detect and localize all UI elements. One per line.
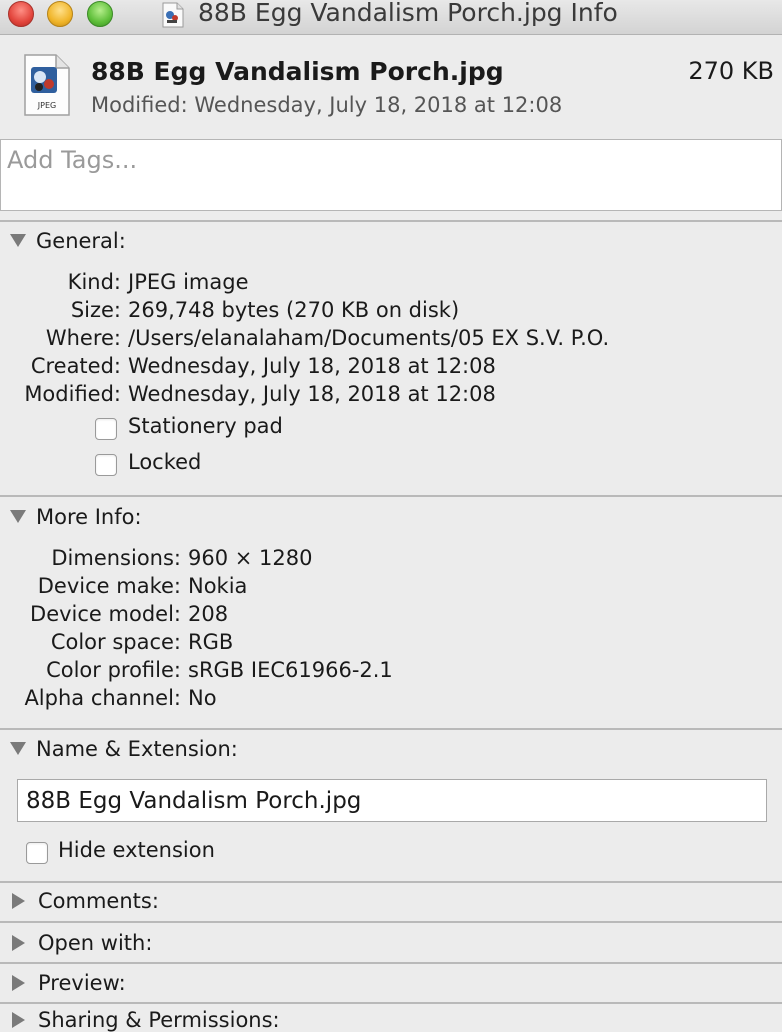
locked-label: Locked: [128, 450, 202, 474]
section-more-info-label: More Info:: [36, 505, 142, 529]
section-name-extension-label: Name & Extension:: [36, 737, 238, 761]
disclosure-triangle-open-icon[interactable]: [10, 742, 26, 755]
section-open-with-label: Open with:: [38, 931, 153, 955]
section-sharing-permissions-label: Sharing & Permissions:: [38, 1008, 280, 1032]
window-title: 88B Egg Vandalism Porch.jpg Info: [198, 0, 618, 27]
device-make-value: Nokia: [188, 574, 248, 598]
hide-extension-checkbox[interactable]: [26, 842, 48, 864]
disclosure-triangle-closed-icon[interactable]: [12, 893, 25, 909]
created-label: Created:: [30, 354, 121, 378]
size-label: Size:: [70, 298, 121, 322]
device-make-label: Device make:: [37, 574, 181, 598]
where-label: Where:: [45, 326, 121, 350]
disclosure-triangle-closed-icon[interactable]: [12, 1012, 25, 1028]
title-bar: 88B Egg Vandalism Porch.jpg Info: [0, 0, 782, 35]
close-button[interactable]: [8, 1, 34, 27]
modified-label: Modified:: [24, 382, 121, 406]
section-comments-label: Comments:: [38, 889, 159, 913]
divider: [0, 1002, 782, 1004]
disclosure-triangle-open-icon[interactable]: [10, 234, 26, 247]
divider: [0, 881, 782, 883]
section-sharing-permissions[interactable]: Sharing & Permissions:: [10, 1008, 280, 1032]
jpeg-badge-text: JPEG: [37, 101, 56, 110]
section-preview-label: Preview:: [38, 971, 126, 995]
file-name: 88B Egg Vandalism Porch.jpg: [91, 57, 504, 86]
divider: [0, 921, 782, 923]
alpha-channel-value: No: [188, 686, 217, 710]
section-preview[interactable]: Preview:: [10, 971, 126, 995]
dimensions-label: Dimensions:: [51, 546, 181, 570]
kind-label: Kind:: [67, 270, 121, 294]
zoom-button[interactable]: [87, 1, 113, 27]
kind-value: JPEG image: [128, 270, 249, 294]
divider: [0, 220, 782, 222]
section-more-info[interactable]: More Info:: [10, 505, 142, 529]
locked-checkbox[interactable]: [95, 454, 117, 476]
hide-extension-label: Hide extension: [58, 838, 215, 862]
modified-value: Wednesday, July 18, 2018 at 12:08: [128, 382, 496, 406]
disclosure-triangle-closed-icon[interactable]: [12, 975, 25, 991]
dimensions-value: 960 × 1280: [188, 546, 313, 570]
color-space-label: Color space:: [50, 630, 181, 654]
device-model-value: 208: [188, 602, 229, 626]
size-value: 269,748 bytes (270 KB on disk): [128, 298, 460, 322]
jpeg-file-icon: [162, 2, 184, 28]
tags-field[interactable]: Add Tags...: [0, 139, 782, 211]
color-profile-label: Color profile:: [46, 658, 181, 682]
file-name-value: 88B Egg Vandalism Porch.jpg: [26, 788, 362, 814]
created-value: Wednesday, July 18, 2018 at 12:08: [128, 354, 496, 378]
stationery-pad-checkbox[interactable]: [95, 418, 117, 440]
disclosure-triangle-closed-icon[interactable]: [12, 935, 25, 951]
device-model-label: Device model:: [30, 602, 181, 626]
alpha-channel-label: Alpha channel:: [24, 686, 181, 710]
file-size: 270 KB: [688, 57, 774, 85]
stationery-pad-label: Stationery pad: [128, 414, 283, 438]
where-value: /Users/elanalaham/Documents/05 EX S.V. P…: [128, 326, 610, 350]
file-header: JPEG 88B Egg Vandalism Porch.jpg 270 KB …: [0, 35, 782, 135]
section-name-extension[interactable]: Name & Extension:: [10, 737, 238, 761]
disclosure-triangle-open-icon[interactable]: [10, 510, 26, 523]
divider: [0, 495, 782, 497]
file-modified: Modified: Wednesday, July 18, 2018 at 12…: [91, 93, 563, 117]
divider: [0, 728, 782, 730]
section-open-with[interactable]: Open with:: [10, 931, 152, 955]
section-general[interactable]: General:: [10, 229, 126, 253]
color-space-value: RGB: [188, 630, 234, 654]
jpeg-file-icon: JPEG: [24, 54, 70, 116]
color-profile-value: sRGB IEC61966-2.1: [188, 658, 393, 682]
section-comments[interactable]: Comments:: [10, 889, 159, 913]
file-name-field[interactable]: 88B Egg Vandalism Porch.jpg: [17, 779, 767, 822]
section-general-label: General:: [36, 229, 126, 253]
minimize-button[interactable]: [47, 1, 73, 27]
tags-placeholder: Add Tags...: [7, 146, 138, 174]
divider: [0, 962, 782, 964]
